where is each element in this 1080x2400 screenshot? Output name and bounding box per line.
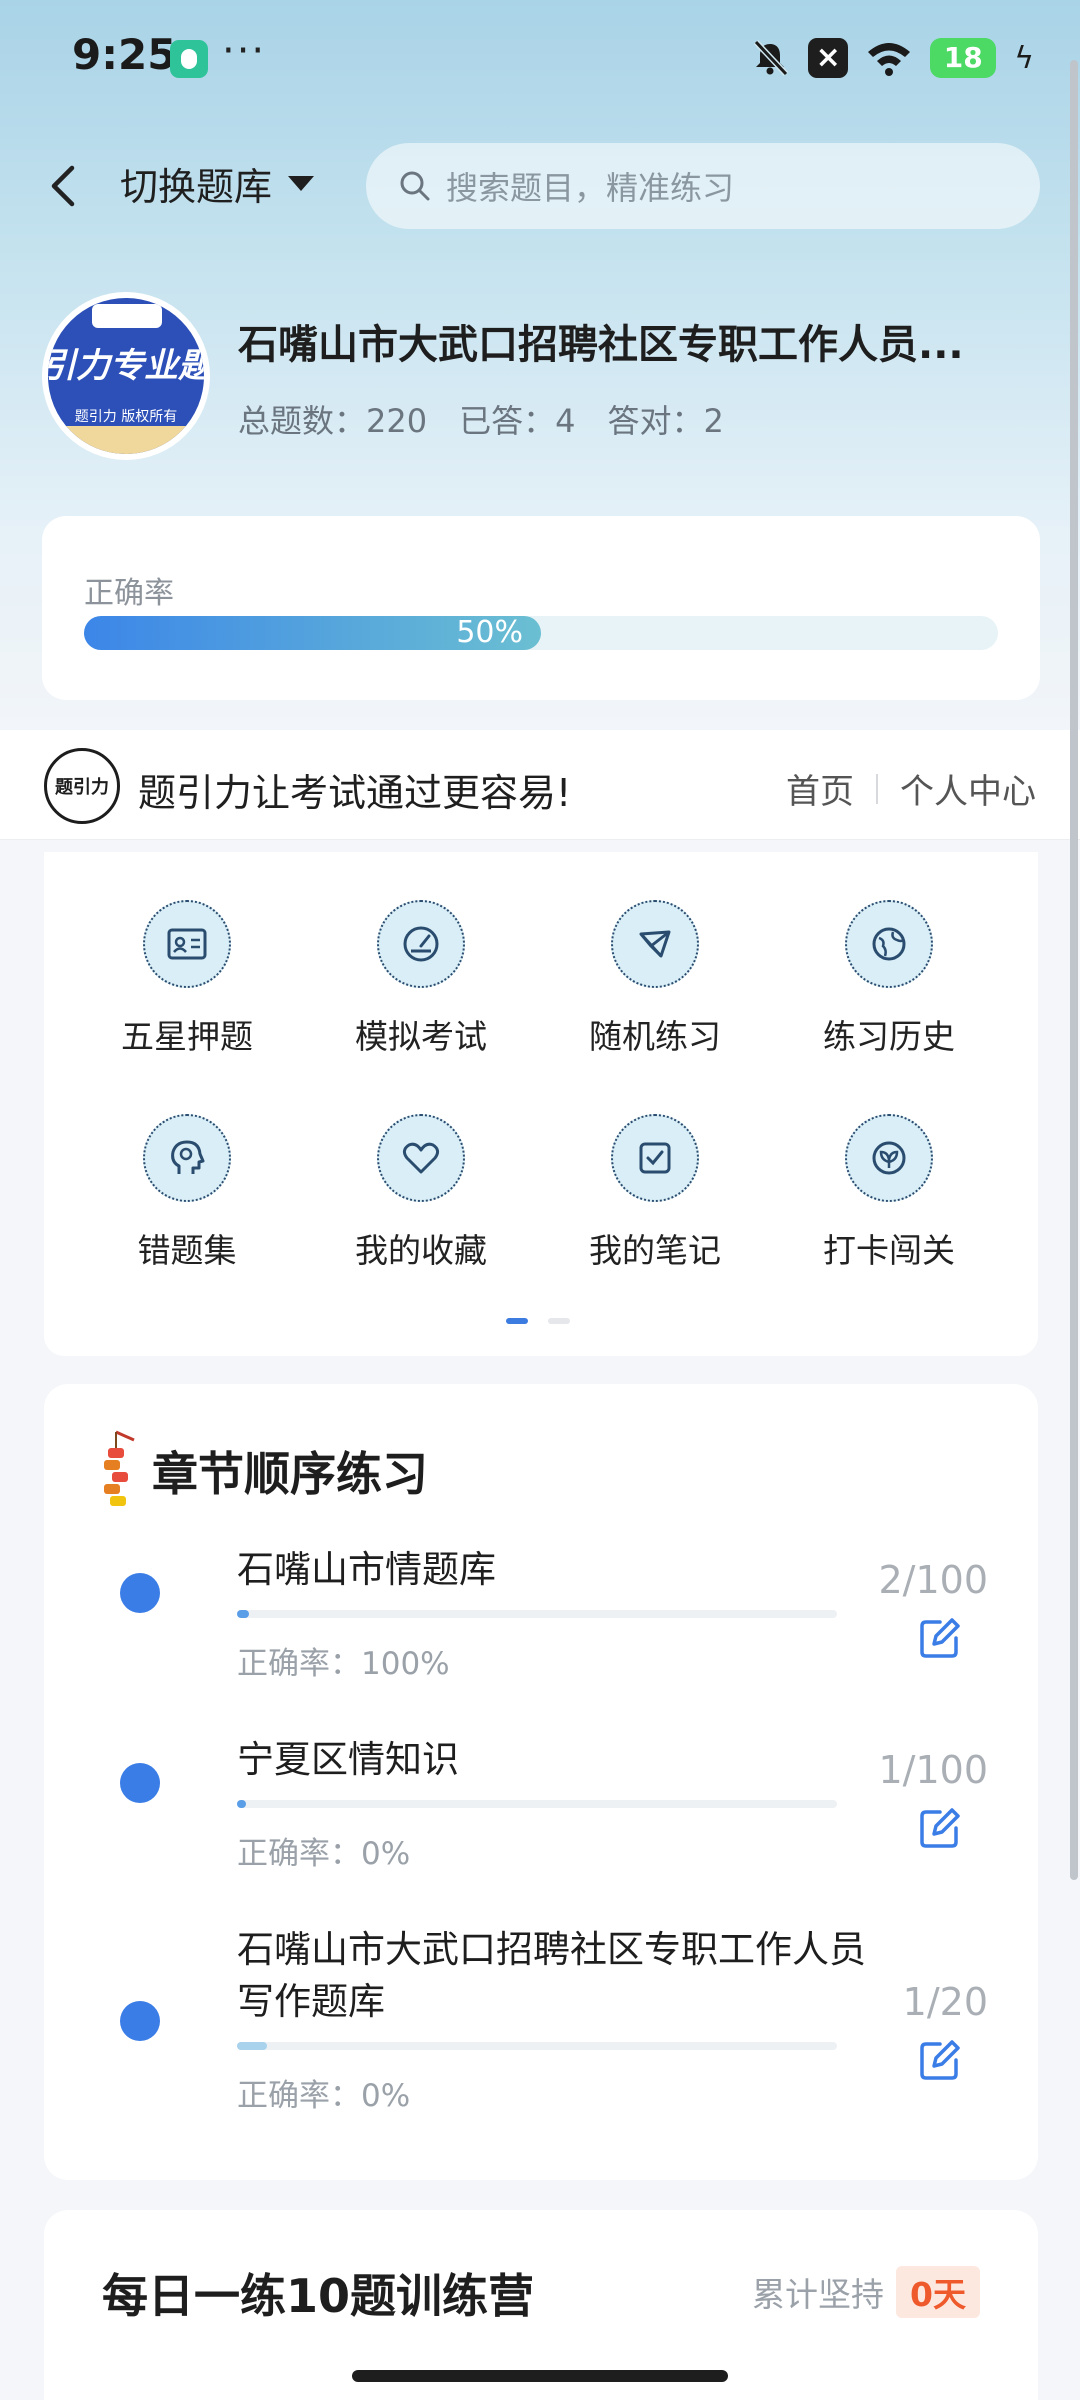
network-icon <box>611 900 699 988</box>
stat-total: 总题数：220 <box>238 402 428 440</box>
chapter-practice-card: 章节顺序练习 石嘴山市情题库 正确率：100% 2/100 宁夏区情知识 正确率… <box>44 1384 1038 2180</box>
bank-title: 石嘴山市大武口招聘社区专职工作人员... <box>238 322 964 368</box>
accuracy-label: 正确率 <box>84 576 174 611</box>
heart-icon <box>377 1114 465 1202</box>
stat-answered: 已答：4 <box>459 402 576 440</box>
chapter-count: 1/100 <box>878 1748 988 1792</box>
chapter-title: 章节顺序练习 <box>152 1447 428 1501</box>
feature-favorites[interactable]: 我的收藏 <box>321 1114 521 1272</box>
feature-history[interactable]: 练习历史 <box>789 900 989 1058</box>
edit-icon[interactable] <box>918 1806 962 1850</box>
feature-label: 随机练习 <box>589 1017 721 1056</box>
daily-streak: 累计坚持 0天 <box>752 2266 980 2318</box>
search-placeholder: 搜索题目，精准练习 <box>446 169 735 207</box>
home-indicator[interactable] <box>352 2370 728 2382</box>
more-notifications-icon: ··· <box>222 28 267 74</box>
feature-label: 错题集 <box>137 1231 237 1270</box>
note-check-icon <box>611 1114 699 1202</box>
accuracy-progress-bar: 50% <box>84 616 998 650</box>
gauge-icon <box>377 900 465 988</box>
chapter-name: 石嘴山市大武口招聘社区专职工作人员写作题库 <box>237 1928 866 2023</box>
bank-logo-subtext: 题引力 版权所有 <box>74 409 178 425</box>
home-link[interactable]: 首页 <box>786 764 854 813</box>
chapter-bullet <box>120 2001 160 2041</box>
feature-mock-exam[interactable]: 模拟考试 <box>321 900 521 1058</box>
chapter-progress-bar <box>237 2042 837 2050</box>
chapter-progress-fill <box>237 2042 267 2050</box>
id-card-icon <box>143 900 231 988</box>
profile-link[interactable]: 个人中心 <box>900 764 1036 813</box>
bank-logo-text: 引力专业题 <box>48 346 204 386</box>
chapter-progress-fill <box>237 1800 246 1808</box>
wifi-icon <box>868 43 911 76</box>
chapter-name: 宁夏区情知识 <box>237 1738 459 1781</box>
feature-label: 五星押题 <box>121 1017 253 1056</box>
chapter-count: 2/100 <box>878 1558 988 1602</box>
edit-icon[interactable] <box>918 1616 962 1660</box>
caret-down-icon <box>288 176 315 191</box>
search-icon <box>400 171 430 201</box>
chapter-progress-fill <box>237 1610 249 1618</box>
feature-label: 练习历史 <box>823 1017 955 1056</box>
feature-label: 我的笔记 <box>589 1231 721 1270</box>
bell-off-icon <box>754 39 789 77</box>
search-input[interactable]: 搜索题目，精准练习 <box>366 143 1040 229</box>
app-notification-icon <box>170 40 208 78</box>
switch-bank-button[interactable]: 切换题库 <box>120 156 315 211</box>
page-dot-active <box>506 1318 528 1324</box>
chapter-progress-bar <box>237 1800 837 1808</box>
streak-label: 累计坚持 <box>752 2275 885 2314</box>
globe-icon <box>845 900 933 988</box>
brand-logo-text: 题引力 <box>55 777 109 798</box>
daily-title: 每日一练10题训练营 <box>102 2269 535 2323</box>
status-bar: 9:25 ··· × 18 ϟ <box>0 0 1080 120</box>
leaf-icon <box>845 1114 933 1202</box>
promo-slogan: 题引力让考试通过更容易! <box>138 771 572 815</box>
accuracy-card: 正确率 50% <box>42 516 1040 700</box>
bank-logo: 引力专业题 题引力 版权所有 <box>42 292 210 460</box>
streak-badge: 0天 <box>896 2266 980 2318</box>
accuracy-progress-fill: 50% <box>84 616 541 650</box>
close-notification-icon: × <box>808 38 849 78</box>
chapter-accuracy: 正确率：0% <box>237 1836 411 1872</box>
feature-random-practice[interactable]: 随机练习 <box>555 900 755 1058</box>
head-icon <box>143 1114 231 1202</box>
chapter-header: 章节顺序练习 <box>94 1428 428 1514</box>
feature-five-star[interactable]: 五星押题 <box>87 900 287 1058</box>
chapter-name: 石嘴山市情题库 <box>237 1548 496 1591</box>
feature-label: 模拟考试 <box>355 1017 487 1056</box>
accuracy-percent: 50% <box>456 615 523 650</box>
feature-checkin[interactable]: 打卡闯关 <box>789 1114 989 1272</box>
link-divider <box>876 773 878 804</box>
back-arrow-icon[interactable] <box>40 150 90 220</box>
feature-grid: 五星押题 模拟考试 随机练习 练习历史 错题集 我的收藏 我的笔记 打卡闯关 <box>44 852 1038 1356</box>
page-indicator <box>506 1318 570 1324</box>
chapter-count: 1/20 <box>902 1980 988 2024</box>
scrollbar[interactable] <box>1070 60 1078 1880</box>
page-dot[interactable] <box>548 1318 570 1324</box>
battery-indicator: 18 <box>930 38 997 78</box>
feature-label: 打卡闯关 <box>823 1231 955 1270</box>
status-time: 9:25 <box>72 30 177 79</box>
switch-bank-label: 切换题库 <box>120 165 273 209</box>
brand-logo: 题引力 <box>44 748 120 824</box>
chapter-progress-bar <box>237 1610 837 1618</box>
feature-wrong-answers[interactable]: 错题集 <box>87 1114 287 1272</box>
chapter-bullet <box>120 1573 160 1613</box>
chapter-accuracy: 正确率：100% <box>237 1646 450 1682</box>
status-icons: × 18 ϟ <box>750 36 1034 80</box>
bank-stats: 总题数：220 已答：4 答对：2 <box>238 396 724 442</box>
charging-icon: ϟ <box>1014 40 1034 76</box>
stat-correct: 答对：2 <box>607 402 724 440</box>
edit-icon[interactable] <box>918 2038 962 2082</box>
chapter-accuracy: 正确率：0% <box>237 2078 411 2114</box>
feature-label: 我的收藏 <box>355 1231 487 1270</box>
promo-bar: 题引力 题引力让考试通过更容易! 首页 个人中心 <box>0 730 1080 840</box>
feature-notes[interactable]: 我的笔记 <box>555 1114 755 1272</box>
promo-links: 首页 个人中心 <box>786 764 1036 813</box>
firecracker-icon <box>104 1430 135 1506</box>
chapter-bullet <box>120 1763 160 1803</box>
